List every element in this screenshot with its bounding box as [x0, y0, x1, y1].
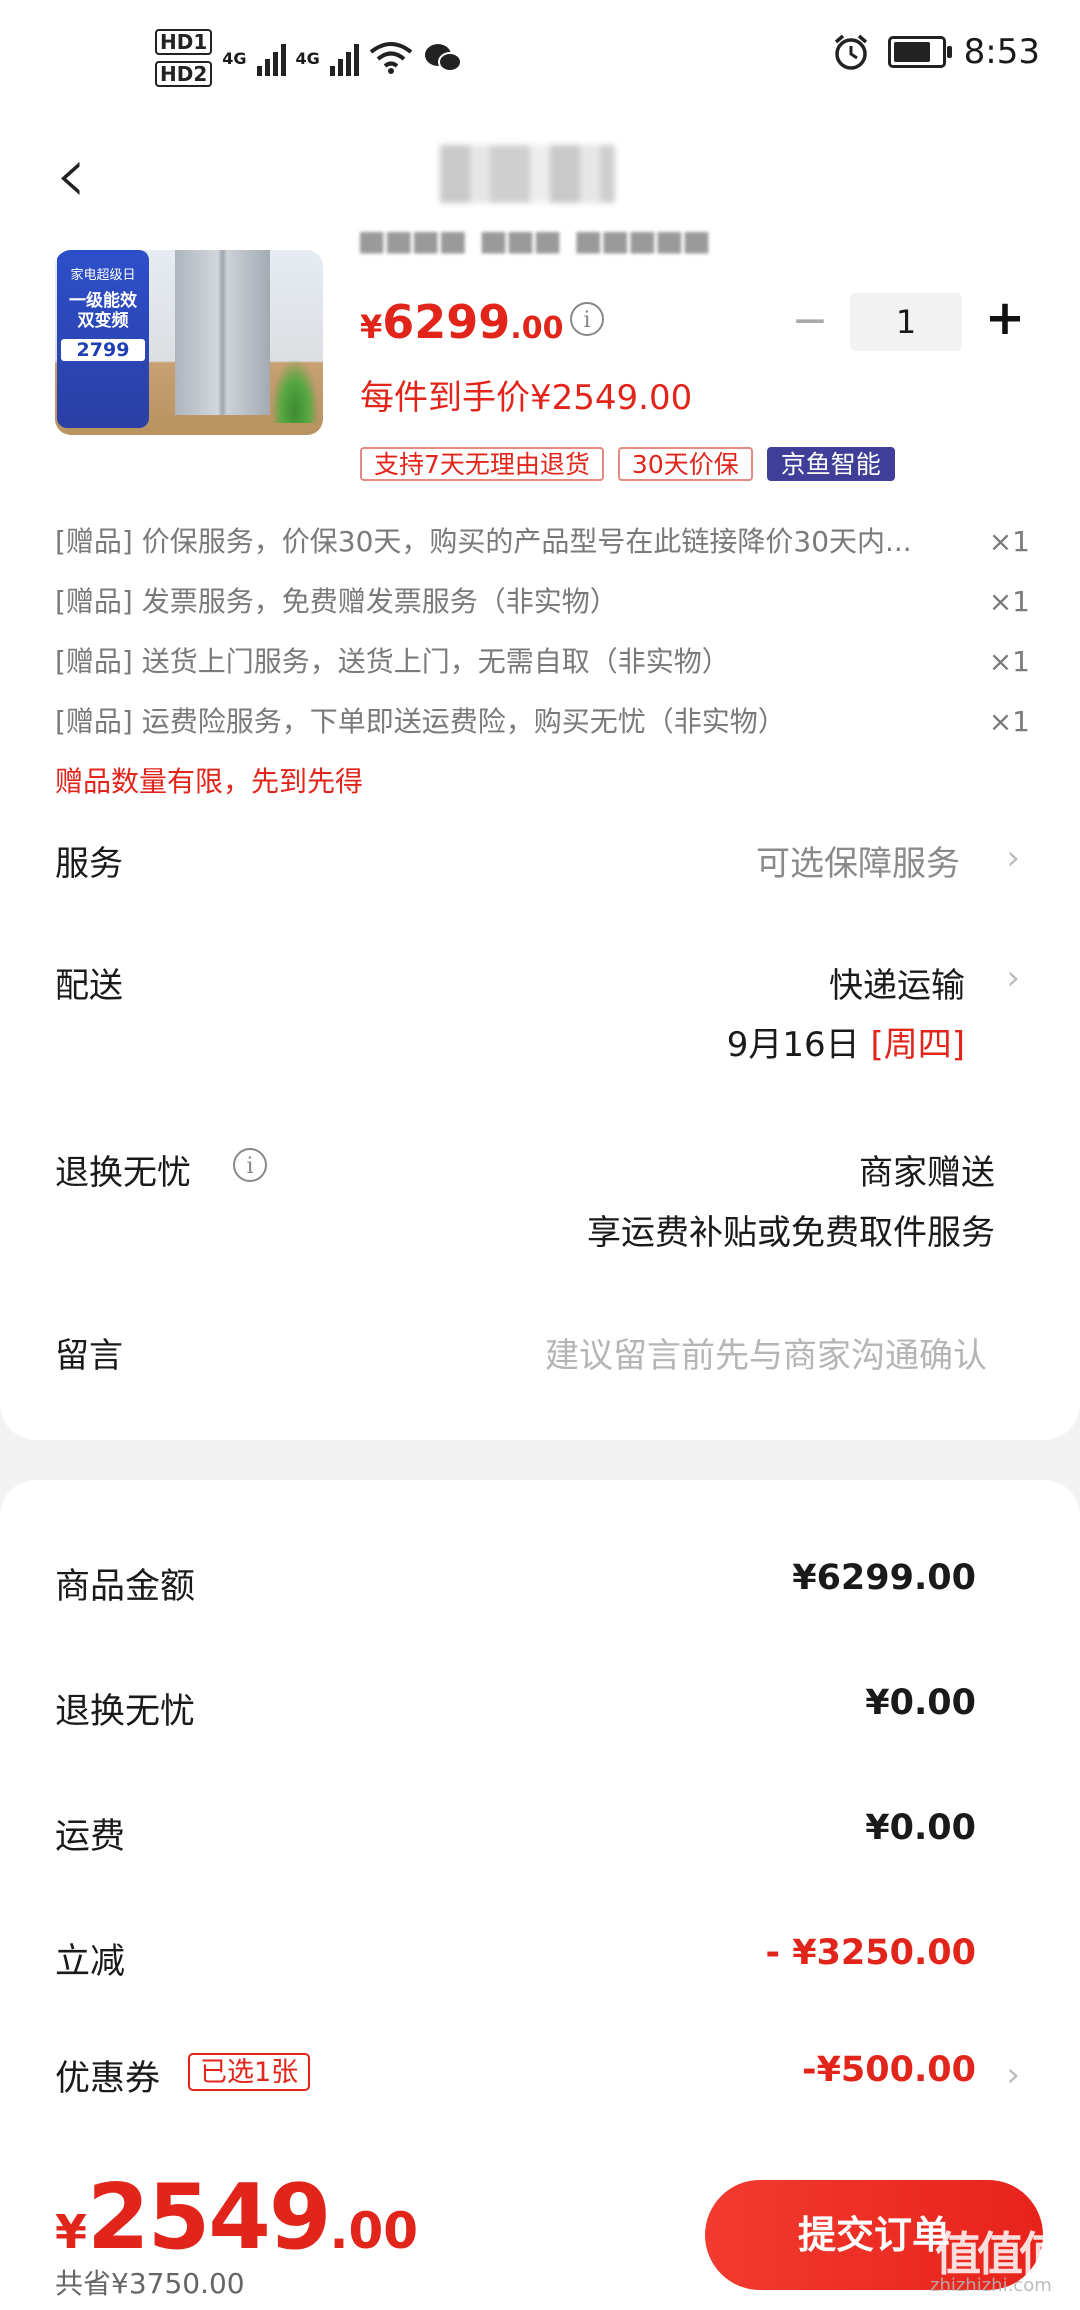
signal-icon: [329, 40, 359, 76]
service-value[interactable]: 可选保障服务: [756, 836, 960, 885]
battery-icon: [887, 36, 952, 68]
price-int: 6299: [382, 295, 511, 349]
gift-count: ×1: [988, 525, 1030, 558]
promo-badge: 家电超级日 一级能效 双变频 2799: [57, 250, 149, 428]
service-chevron-icon[interactable]: ›: [1006, 838, 1020, 878]
quantity-input[interactable]: 1: [850, 293, 962, 351]
hd1-indicator: HD1: [155, 29, 213, 55]
gift-count: ×1: [988, 645, 1030, 678]
promo-price: 2799: [61, 339, 145, 361]
delivery-method[interactable]: 快递运输: [829, 958, 965, 1007]
gift-count: ×1: [988, 705, 1030, 738]
promo-headline: 一级能效 双变频: [69, 291, 137, 331]
total-int: 2549: [87, 2165, 331, 2270]
delivery-weekday: [周四]: [870, 1025, 965, 1065]
status-right: 8:53: [832, 32, 1040, 72]
total-symbol: ¥: [55, 2205, 88, 2259]
fridge-image: [175, 250, 270, 415]
freight-label: 运费: [55, 1817, 126, 1857]
price-dec: .00: [510, 311, 564, 346]
delivery-label: 配送: [55, 966, 123, 1006]
message-input[interactable]: 建议留言前先与商家沟通确认: [545, 1328, 987, 1377]
return-line2: 享运费补贴或免费取件服务: [587, 1213, 995, 1253]
gift-item: [赠品] 发票服务，免费赠发票服务（非实物） ×1: [55, 582, 1030, 642]
clock: 8:53: [963, 32, 1040, 72]
quantity-minus-button[interactable]: −: [785, 295, 835, 346]
discount-value: - ¥3250.00: [765, 1933, 976, 1973]
status-left: HD1 HD2 4G 4G: [155, 28, 463, 88]
return-info-icon[interactable]: i: [233, 1148, 267, 1182]
gift-list: [赠品] 价保服务，价保30天，购买的产品型号在此链接降价30天内... ×1 […: [55, 522, 1030, 762]
freight-value: ¥0.00: [865, 1808, 976, 1848]
gift-text: [赠品] 运费险服务，下单即送运费险，购买无忧（非实物）: [55, 705, 786, 738]
gift-count: ×1: [988, 585, 1030, 618]
return-label: 退换无忧: [55, 1153, 191, 1193]
price-symbol: ¥: [360, 308, 383, 346]
product-tags: 支持7天无理由退货 30天价保 京鱼智能: [360, 447, 895, 481]
tag-price-protect: 30天价保: [617, 447, 753, 481]
product-image[interactable]: 家电超级日 一级能效 双变频 2799: [55, 250, 323, 435]
coupon-label: 优惠券: [55, 2059, 161, 2099]
back-chevron-icon[interactable]: ‹: [55, 135, 87, 215]
return-fee-value: ¥0.00: [865, 1683, 976, 1723]
return-fee-label: 退换无忧: [55, 1692, 196, 1732]
goods-amount-value: ¥6299.00: [792, 1558, 976, 1598]
gift-item: [赠品] 价保服务，价保30天，购买的产品型号在此链接降价30天内... ×1: [55, 522, 1030, 582]
hand-price: 每件到手价¥2549.00: [360, 378, 693, 418]
price-info-icon[interactable]: i: [570, 302, 604, 336]
gift-item: [赠品] 运费险服务，下单即送运费险，购买无忧（非实物） ×1: [55, 702, 1030, 762]
gift-item: [赠品] 送货上门服务，送货上门，无需自取（非实物） ×1: [55, 642, 1030, 702]
saved-amount: 共省¥3750.00: [55, 2267, 245, 2300]
total-dec: .00: [329, 2202, 419, 2260]
service-label: 服务: [55, 844, 123, 884]
goods-amount-label: 商品金额: [55, 1567, 196, 1607]
quantity-plus-button[interactable]: +: [980, 290, 1030, 346]
delivery-chevron-icon[interactable]: ›: [1006, 958, 1020, 998]
gift-text: [赠品] 发票服务，免费赠发票服务（非实物）: [55, 585, 618, 618]
message-label: 留言: [55, 1336, 123, 1376]
tag-return: 支持7天无理由退货: [360, 447, 604, 481]
coupon-count-tag[interactable]: 已选1张: [188, 2053, 311, 2091]
product-price: ¥6299.00: [360, 295, 563, 349]
delivery-date: 9月16日: [726, 1025, 860, 1065]
discount-label: 立减: [55, 1942, 126, 1982]
product-title-cut: ▆▆▆▆ ▆▆▆ ▆▆▆▆▆: [360, 232, 712, 254]
gift-text: [赠品] 送货上门服务，送货上门，无需自取（非实物）: [55, 645, 730, 678]
gift-note: 赠品数量有限，先到先得: [55, 765, 364, 798]
delivery-date-line: 9月16日 [周四]: [727, 1017, 965, 1066]
coupon-value[interactable]: -¥500.00: [802, 2050, 976, 2090]
wifi-icon: [369, 42, 413, 74]
plant-image: [271, 358, 319, 423]
network-type-2: 4G: [295, 48, 320, 68]
network-type-1: 4G: [222, 48, 247, 68]
return-line1: 商家赠送: [859, 1153, 995, 1193]
tag-brand: 京鱼智能: [766, 447, 895, 481]
alarm-icon: [834, 34, 867, 70]
gift-text: [赠品] 价保服务，价保30天，购买的产品型号在此链接降价30天内...: [55, 525, 912, 558]
promo-line: 家电超级日: [70, 268, 136, 283]
hd2-indicator: HD2: [155, 61, 213, 87]
coupon-chevron-icon[interactable]: ›: [1006, 2055, 1020, 2095]
page-title-blurred: [440, 145, 615, 203]
total-price: ¥2549.00: [55, 2165, 418, 2270]
wechat-icon: [424, 44, 462, 72]
watermark-url: zhizhizhi.com: [930, 2275, 1052, 2296]
signal-icon: [256, 40, 286, 76]
